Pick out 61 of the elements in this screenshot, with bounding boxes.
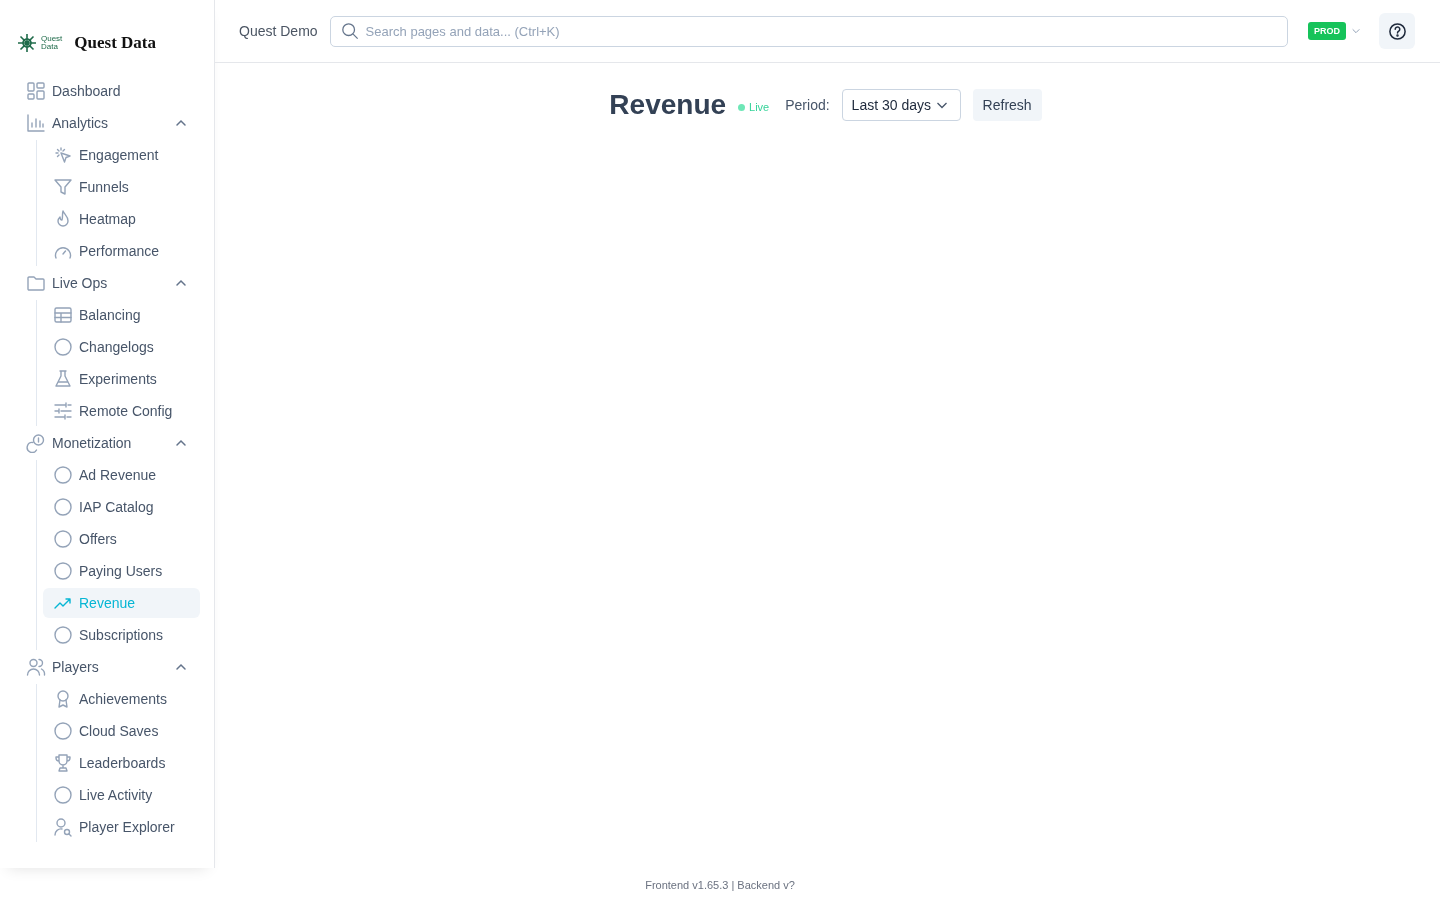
app-name: Quest Data (74, 33, 157, 53)
sidebar-item[interactable]: Live Activity (43, 780, 200, 810)
sidebar-item[interactable]: Leaderboards (43, 748, 200, 778)
circle-icon (53, 721, 73, 741)
chevron-icon[interactable] (175, 661, 187, 673)
sidebar-item[interactable]: Funnels (43, 172, 200, 202)
circle-icon (53, 465, 73, 485)
circle-icon (53, 625, 73, 645)
circle-icon (53, 785, 73, 805)
sidebar-item[interactable]: Changelogs (43, 332, 200, 362)
logo-mark-icon (17, 33, 37, 53)
logo-text: Quest Data (41, 35, 63, 51)
sidebar-item[interactable]: Engagement (43, 140, 200, 170)
help-icon (1387, 21, 1407, 41)
user-search-icon (53, 817, 73, 837)
sidebar-item[interactable]: Experiments (43, 364, 200, 394)
search-icon (340, 21, 359, 40)
period-label: Period: (785, 97, 830, 113)
sidebar-item[interactable]: Offers (43, 524, 200, 554)
flask-icon (53, 369, 73, 389)
sidebar-item[interactable]: Balancing (43, 300, 200, 330)
funnel-icon (53, 177, 73, 197)
grid-icon (26, 81, 46, 101)
sidebar-item[interactable]: Live Ops (26, 268, 214, 298)
sidebar-item[interactable]: Cloud Saves (43, 716, 200, 746)
period-dropdown[interactable]: Last 30 days (841, 89, 961, 121)
sidebar-item[interactable]: Analytics (26, 108, 214, 138)
trophy-icon (53, 753, 73, 773)
cursor-click-icon (53, 145, 73, 165)
sidebar-item[interactable]: Subscriptions (43, 620, 200, 650)
page-title: Revenue (609, 89, 727, 121)
help-button[interactable] (1379, 13, 1415, 49)
sidebar-item[interactable]: Dashboard (26, 76, 214, 106)
project-name[interactable]: Quest Demo (239, 23, 318, 39)
bar-chart-icon (26, 113, 46, 133)
sidebar-item[interactable]: IAP Catalog (43, 492, 200, 522)
sidebar-item[interactable]: Heatmap (43, 204, 200, 234)
circle-icon (53, 497, 73, 517)
chevron-icon[interactable] (175, 277, 187, 289)
refresh-button[interactable]: Refresh (972, 89, 1042, 121)
sidebar-item[interactable]: Players (26, 652, 214, 682)
circle-icon (53, 561, 73, 581)
table-icon (53, 305, 73, 325)
users-icon (26, 657, 46, 677)
live-status: Live (738, 101, 770, 113)
version-footer: Frontend v1.65.3 | Backend v? (0, 879, 1440, 891)
sidebar-item[interactable]: Performance (43, 236, 200, 266)
coins-icon (26, 433, 46, 453)
sidebar-item[interactable]: Achievements (43, 684, 200, 714)
sidebar-item[interactable]: Remote Config (43, 396, 200, 426)
sliders-icon (53, 401, 73, 421)
circle-icon (53, 529, 73, 549)
sidebar-item[interactable]: Ad Revenue (43, 460, 200, 490)
chevron-icon[interactable] (175, 437, 187, 449)
sidebar-item[interactable]: Monetization (26, 428, 214, 458)
circle-icon (53, 337, 73, 357)
sidebar-item[interactable]: Paying Users (43, 556, 200, 586)
sidebar-item[interactable]: Player Explorer (43, 812, 200, 842)
search-field[interactable]: Search pages and data... (Ctrl+K) (329, 15, 1288, 47)
chevron-icon[interactable] (175, 117, 187, 129)
folder-icon (26, 273, 46, 293)
